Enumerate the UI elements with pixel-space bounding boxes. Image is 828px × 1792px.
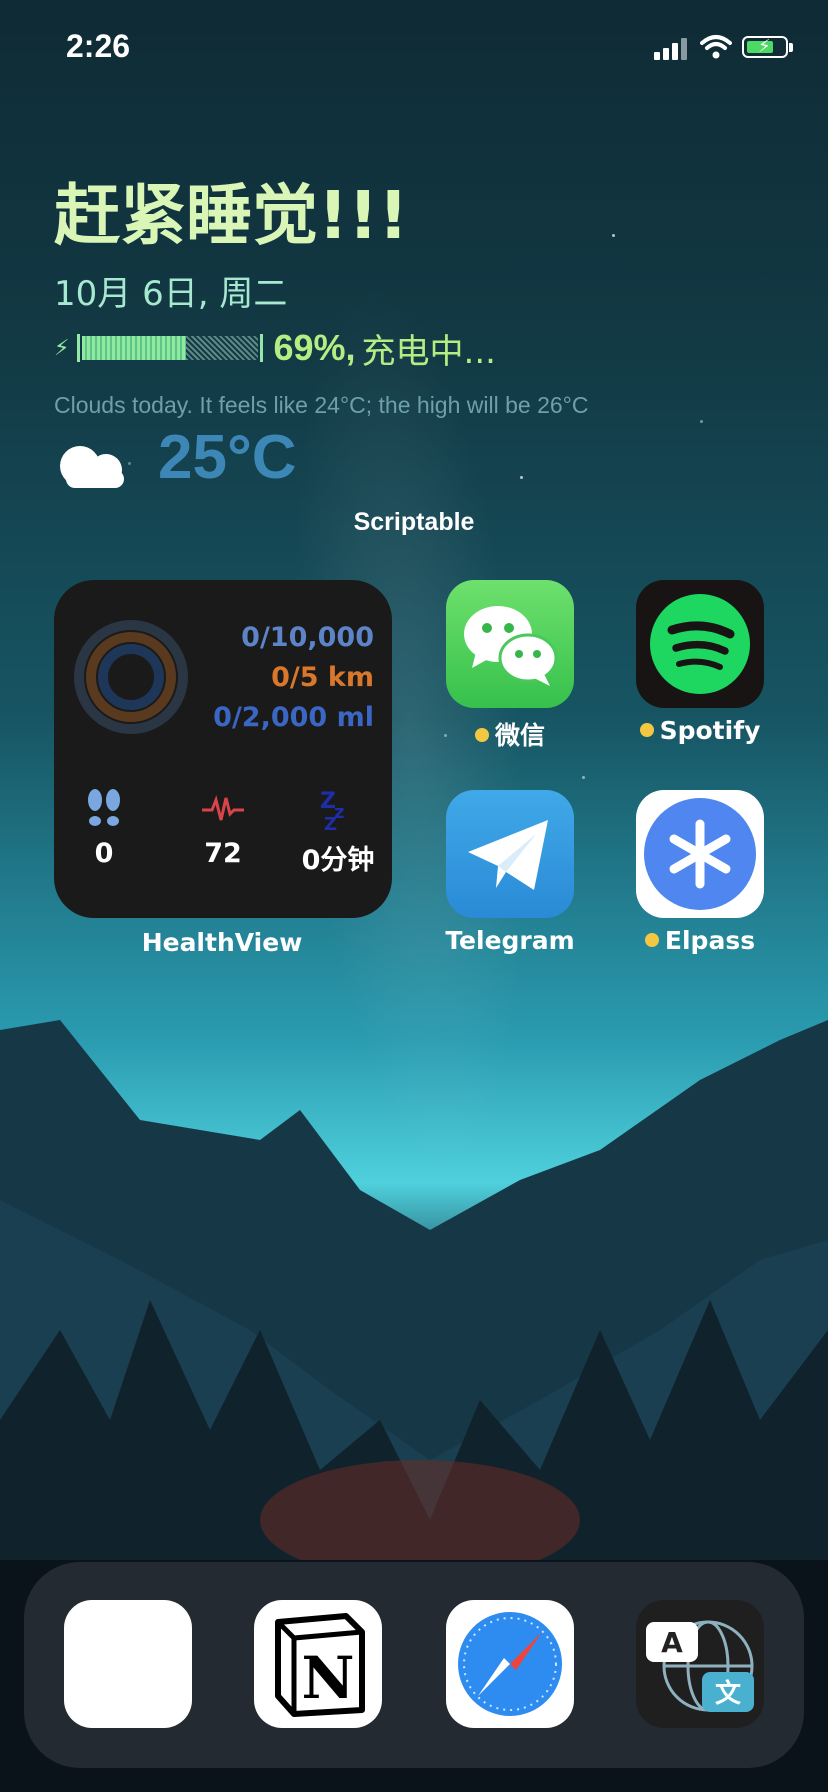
charging-bolt-icon: ⚡ (758, 36, 771, 56)
sleep-stat: Z z Z 0分钟 (288, 788, 388, 877)
star (520, 476, 523, 479)
weather-summary: Clouds today. It feels like 24°C; the hi… (54, 392, 589, 418)
app-label-elpass: Elpass (600, 926, 800, 955)
spotify-app[interactable] (636, 580, 764, 708)
wechat-icon (464, 606, 558, 686)
app-label-spotify: Spotify (600, 716, 800, 745)
cellular-signal-icon (654, 38, 687, 60)
safari-icon (458, 1612, 562, 1716)
dock-app-3[interactable] (446, 1600, 574, 1728)
dock-app-2[interactable]: N (254, 1600, 382, 1728)
cloud-icon (60, 446, 124, 488)
voice-memos-app-icon (93, 1623, 173, 1705)
wechat-app[interactable] (446, 580, 574, 708)
status-time: 2:26 (66, 28, 131, 64)
new-app-dot (644, 933, 659, 947)
star (582, 776, 585, 779)
battery-progress-fill (82, 336, 186, 360)
battery-percent: 69%, (273, 327, 356, 368)
svg-text:文: 文 (715, 1678, 742, 1709)
sleep-zzz-icon: Z z Z (320, 789, 344, 830)
star (612, 234, 615, 237)
scriptable-widget-label: Scriptable (353, 508, 475, 536)
dock-app-1[interactable] (64, 1600, 192, 1728)
heartbeat-icon (202, 795, 244, 821)
healthview-widget[interactable]: 0/10,000 0/5 km 0/2,000 ml 0 72 Z z Z 0分… (54, 580, 392, 918)
wifi-icon (700, 35, 732, 59)
steps-stat: 0 (54, 788, 154, 869)
app-label-wechat: 微信 (410, 716, 610, 752)
app-label-telegram: Telegram (445, 926, 575, 955)
steps-value: 0 (94, 838, 114, 869)
distance-goal: 0/5 km (271, 662, 374, 693)
battery-icon: ⚡ (742, 36, 788, 58)
sleep-value: 0分钟 (301, 845, 375, 876)
star (700, 420, 703, 423)
activity-rings-icon (74, 620, 188, 734)
charging-icon: ⚡ (54, 335, 70, 360)
healthview-label: HealthView (141, 928, 303, 957)
notion-icon: N (275, 1613, 365, 1717)
widget-title: 赶紧睡觉!!! (54, 177, 409, 254)
heart-rate-value: 72 (204, 838, 242, 869)
steps-goal: 0/10,000 (241, 622, 374, 653)
dock-app-4[interactable]: A 文 (636, 1600, 764, 1728)
elpass-app[interactable] (636, 790, 764, 918)
spotify-icon (650, 594, 750, 694)
battery-progress-bar (77, 334, 264, 362)
widget-date: 10月 6日, 周二 (54, 274, 288, 314)
telegram-app[interactable] (446, 790, 574, 918)
translate-icon: A 文 (646, 1620, 754, 1712)
elpass-icon (644, 798, 756, 910)
telegram-icon (468, 820, 548, 890)
svg-text:Z: Z (324, 814, 337, 830)
temperature: 25°C (158, 423, 297, 492)
battery-status: 充电中... (361, 331, 496, 372)
svg-text:A: A (661, 1626, 683, 1659)
battery-tip (789, 43, 793, 52)
new-app-dot (474, 728, 489, 742)
battery-row: ⚡ 69%, 充电中... (54, 327, 496, 372)
svg-text:N: N (301, 1644, 354, 1712)
water-goal: 0/2,000 ml (213, 702, 374, 733)
new-app-dot (639, 723, 654, 737)
heart-rate-stat: 72 (173, 788, 273, 869)
footprints-icon (88, 789, 120, 826)
